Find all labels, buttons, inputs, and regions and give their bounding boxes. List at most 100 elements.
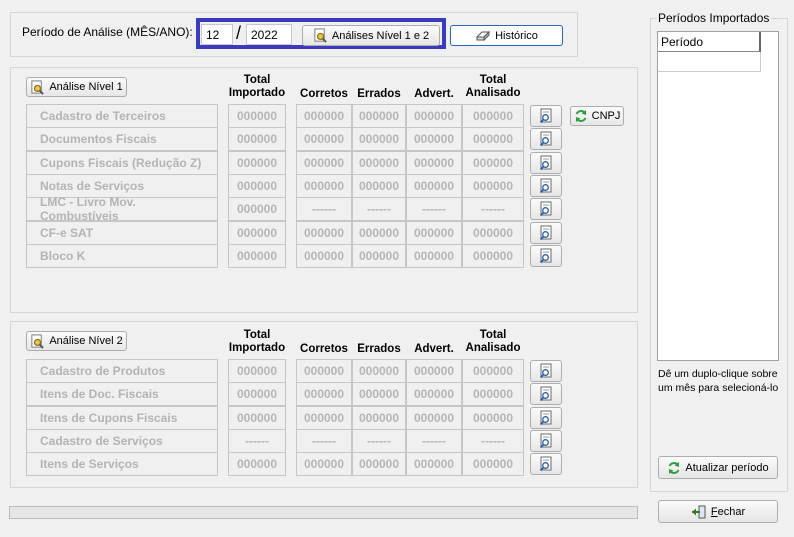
row-label: LMC - Livro Mov. Combustíveis [26, 195, 218, 223]
refresh-period-button[interactable]: Atualizar período [658, 456, 778, 479]
document-search-icon [31, 79, 45, 95]
document-search-icon [314, 28, 327, 43]
imported-periods-title: Períodos Importados [656, 11, 772, 25]
header-total-importado-2: Total Importado [228, 329, 286, 354]
row-label: Itens de Doc. Fiscais [26, 382, 218, 407]
errados-cell: 000000 [352, 104, 406, 128]
periods-hint: Dê um duplo-clique sobre um mês para sele… [658, 368, 779, 394]
view-details-button[interactable] [530, 151, 562, 174]
year-field[interactable]: 2022 [246, 24, 292, 45]
advert-cell: 000000 [406, 150, 462, 175]
period-column-header[interactable]: Período [658, 32, 761, 52]
close-button[interactable]: Fechar [658, 500, 778, 523]
analysis-level2-label: Análise Nível 2 [49, 335, 123, 347]
document-search-icon [539, 363, 552, 379]
view-details-button[interactable] [530, 244, 562, 267]
corretos-cell: 000000 [296, 127, 352, 152]
view-details-button[interactable] [530, 174, 562, 197]
advert-cell: ------ [406, 428, 462, 453]
document-search-icon [539, 225, 552, 240]
row-label: Documentos Fiscais [26, 127, 218, 152]
total-analisado-cell: 000000 [462, 150, 524, 175]
advert-cell: 000000 [406, 104, 462, 128]
progress-bar [9, 506, 638, 519]
cnpj-button[interactable]: CNPJ [570, 106, 624, 126]
errados-cell: 000000 [352, 173, 406, 198]
view-details-button[interactable] [530, 406, 562, 429]
header-advert-2: Advert. [414, 343, 454, 355]
view-details-button[interactable] [530, 198, 562, 221]
total-importado-cell: 000000 [228, 452, 286, 477]
total-importado-cell: 000000 [228, 359, 286, 383]
advert-cell: ------ [406, 197, 462, 222]
header-total-analisado: Total Analisado [465, 74, 521, 99]
advert-cell: 000000 [406, 382, 462, 407]
total-importado-cell: 000000 [228, 104, 286, 128]
corretos-cell: 000000 [296, 220, 352, 245]
total-importado-cell: ------ [228, 428, 286, 453]
header-advert: Advert. [414, 88, 454, 100]
row-label: Cupons Fiscais (Redução Z) [26, 150, 218, 175]
errados-cell: ------ [352, 428, 406, 453]
advert-cell: 000000 [406, 452, 462, 477]
corretos-cell: 000000 [296, 173, 352, 198]
total-analisado-cell: 000000 [462, 173, 524, 198]
view-details-button[interactable] [530, 383, 562, 406]
corretos-cell: 000000 [296, 359, 352, 383]
close-button-label: Fechar [710, 505, 746, 518]
advert-cell: 000000 [406, 127, 462, 152]
total-importado-cell: 000000 [228, 127, 286, 152]
view-details-button[interactable] [530, 360, 562, 382]
row-label: Cadastro de Produtos [26, 359, 218, 383]
total-importado-cell: 000000 [228, 382, 286, 407]
advert-cell: 000000 [406, 173, 462, 198]
document-search-icon [539, 178, 552, 194]
document-search-icon [31, 333, 45, 349]
corretos-cell: 000000 [296, 452, 352, 477]
total-analisado-cell: ------ [462, 197, 524, 222]
refresh-period-label: Atualizar período [685, 461, 769, 474]
errados-cell: ------ [352, 197, 406, 222]
total-analisado-cell: 000000 [462, 382, 524, 407]
document-search-icon [539, 410, 552, 425]
view-details-button[interactable] [530, 128, 562, 151]
month-field[interactable]: 12 [201, 24, 233, 45]
header-total-analisado-2: Total Analisado [465, 329, 521, 354]
analysis-level2-button[interactable]: Análise Nível 2 [26, 331, 127, 351]
document-search-icon [539, 131, 552, 147]
period-separator: / [236, 23, 242, 43]
row-label: Cadastro de Serviços [26, 428, 218, 453]
view-details-button[interactable] [530, 453, 562, 476]
period-empty-row[interactable] [658, 52, 761, 72]
errados-cell: 000000 [352, 452, 406, 477]
document-search-icon [539, 248, 552, 263]
view-details-button[interactable] [530, 429, 562, 452]
periods-list[interactable]: Período [657, 31, 779, 361]
row-label: Bloco K [26, 243, 218, 268]
corretos-cell: 000000 [296, 104, 352, 128]
total-analisado-cell: ------ [462, 428, 524, 453]
refresh-icon [668, 461, 680, 474]
total-analisado-cell: 000000 [462, 104, 524, 128]
errados-cell: 000000 [352, 220, 406, 245]
header-errados-2: Errados [357, 343, 401, 355]
header-corretos: Corretos [300, 88, 348, 100]
row-label: CF-e SAT [26, 220, 218, 245]
corretos-cell: ------ [296, 428, 352, 453]
analysis-level1-button[interactable]: Análise Nível 1 [26, 77, 127, 97]
errados-cell: 000000 [352, 127, 406, 152]
total-importado-cell: 000000 [228, 220, 286, 245]
total-analisado-cell: 000000 [462, 127, 524, 152]
total-importado-cell: 000000 [228, 150, 286, 175]
total-importado-cell: 000000 [228, 243, 286, 268]
history-button[interactable]: Histórico [450, 25, 563, 46]
corretos-cell: 000000 [296, 405, 352, 430]
errados-cell: 000000 [352, 243, 406, 268]
analyses-level-1-2-button[interactable]: Análises Nível 1 e 2 [302, 25, 440, 46]
errados-cell: 000000 [352, 382, 406, 407]
advert-cell: 000000 [406, 359, 462, 383]
refresh-icon [575, 110, 587, 122]
view-details-button[interactable] [530, 105, 562, 127]
view-details-button[interactable] [530, 221, 562, 244]
row-label: Itens de Cupons Fiscais [26, 405, 218, 430]
